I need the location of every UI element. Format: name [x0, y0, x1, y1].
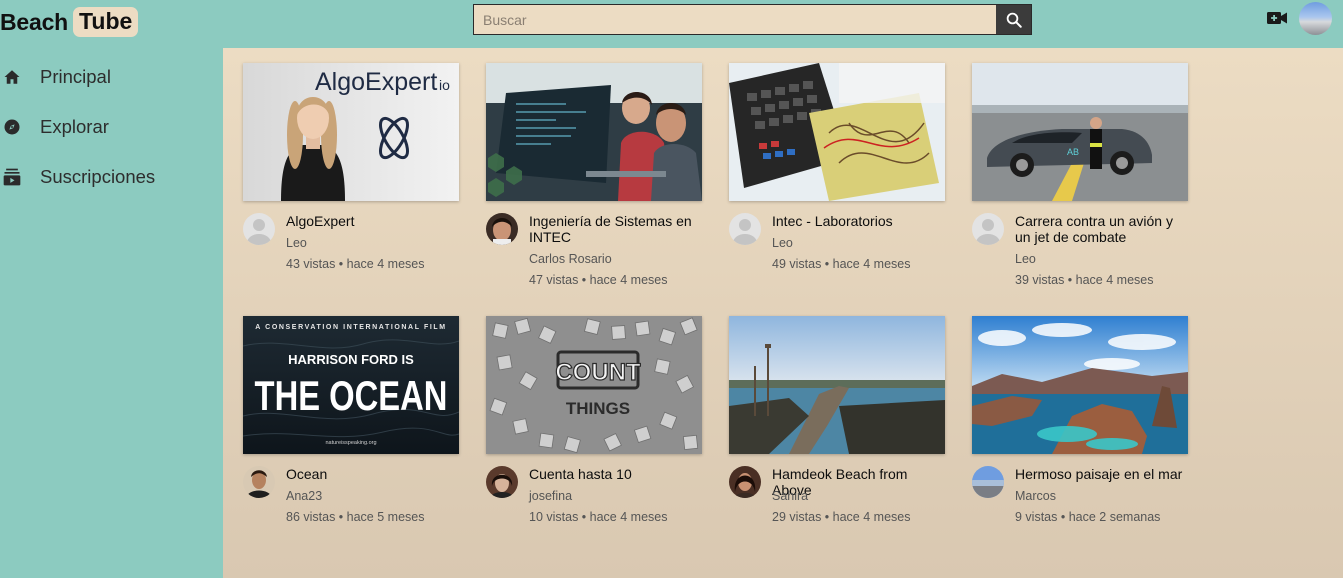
thumb-count-text: COUNT [555, 359, 641, 386]
video-thumbnail[interactable]: AB [972, 63, 1188, 201]
video-card[interactable]: Hermoso paisaje en el mar Marcos 9 vista… [972, 316, 1188, 554]
channel-avatar[interactable] [486, 466, 518, 498]
video-thumbnail[interactable] [486, 63, 702, 201]
video-channel[interactable]: Leo [286, 236, 307, 250]
subscriptions-icon [2, 167, 22, 187]
video-title[interactable]: AlgoExpert [286, 213, 461, 229]
thumb-brand-suffix: io [439, 77, 450, 93]
video-channel[interactable]: Carlos Rosario [529, 252, 612, 266]
thumb-film-url: natureisspeaking.org [325, 440, 376, 446]
video-stats: 86 vistas • hace 5 meses [286, 510, 425, 524]
video-card[interactable]: Hamdeok Beach from Above Sahira 29 vista… [729, 316, 945, 554]
video-thumbnail[interactable]: A CONSERVATION INTERNATIONAL FILM HARRIS… [243, 316, 459, 454]
channel-avatar[interactable] [729, 466, 761, 498]
sidebar-item-principal[interactable]: Principal [0, 57, 223, 97]
video-stats: 39 vistas • hace 4 meses [1015, 273, 1154, 287]
search-button[interactable] [996, 5, 1031, 34]
thumb-brand-text: AlgoExpert [315, 68, 437, 96]
video-title[interactable]: Ingeniería de Sistemas en INTEC [529, 213, 704, 245]
compass-icon [2, 117, 22, 137]
video-stats: 9 vistas • hace 2 semanas [1015, 510, 1161, 524]
video-channel[interactable]: Ana23 [286, 489, 322, 503]
video-title[interactable]: Ocean [286, 466, 461, 482]
video-camera-add-icon[interactable] [1266, 9, 1288, 27]
video-channel[interactable]: josefina [529, 489, 572, 503]
video-card[interactable]: AB Carrera contra un avión y un jet de c… [972, 63, 1188, 301]
video-stats: 49 vistas • hace 4 meses [772, 257, 911, 271]
channel-avatar[interactable] [486, 213, 518, 245]
thumb-film-title: THE OCEAN [255, 372, 448, 419]
video-stats: 43 vistas • hace 4 meses [286, 257, 425, 271]
thumb-film-credit: A CONSERVATION INTERNATIONAL FILM [255, 324, 447, 331]
sidebar: Principal Explorar Suscripciones [0, 48, 223, 578]
video-title[interactable]: Cuenta hasta 10 [529, 466, 704, 482]
channel-avatar[interactable] [729, 213, 761, 245]
video-card[interactable]: Ingeniería de Sistemas en INTEC Carlos R… [486, 63, 702, 301]
video-thumbnail[interactable]: COUNT THINGS [486, 316, 702, 454]
logo-tube-text: Tube [73, 7, 139, 37]
video-card[interactable]: Intec - Laboratorios Leo 49 vistas • hac… [729, 63, 945, 301]
beachtube-logo[interactable]: Beach Tube [0, 6, 139, 38]
sidebar-item-suscripciones[interactable]: Suscripciones [0, 157, 223, 197]
video-stats: 29 vistas • hace 4 meses [772, 510, 911, 524]
video-card[interactable]: AlgoExpert io AlgoExpert Leo 43 vistas • [243, 63, 459, 301]
channel-avatar[interactable] [972, 213, 1004, 245]
search-icon [1006, 12, 1022, 28]
video-channel[interactable]: Leo [1015, 252, 1036, 266]
channel-avatar[interactable] [243, 466, 275, 498]
home-icon [2, 67, 22, 87]
channel-avatar[interactable] [243, 213, 275, 245]
video-channel[interactable]: Marcos [1015, 489, 1056, 503]
sidebar-item-label: Principal [40, 66, 111, 87]
video-stats: 47 vistas • hace 4 meses [529, 273, 668, 287]
video-title[interactable]: Hermoso paisaje en el mar [1015, 466, 1190, 482]
channel-avatar[interactable] [972, 466, 1004, 498]
video-card[interactable]: COUNT THINGS Cuenta hasta 10 josefina 10… [486, 316, 702, 554]
user-avatar[interactable] [1299, 2, 1332, 35]
logo-beach-text: Beach [0, 8, 69, 35]
sidebar-item-label: Suscripciones [40, 166, 156, 187]
thumb-film-subtitle: HARRISON FORD IS [288, 352, 414, 367]
video-thumbnail[interactable] [729, 316, 945, 454]
search-input[interactable] [474, 5, 996, 34]
video-grid: AlgoExpert io AlgoExpert Leo 43 vistas • [223, 48, 1343, 578]
video-channel[interactable]: Sahira [772, 489, 808, 503]
sidebar-item-label: Explorar [40, 116, 109, 137]
sidebar-item-explorar[interactable]: Explorar [0, 107, 223, 147]
video-title[interactable]: Intec - Laboratorios [772, 213, 947, 229]
video-card[interactable]: A CONSERVATION INTERNATIONAL FILM HARRIS… [243, 316, 459, 554]
svg-text:AB: AB [1067, 147, 1079, 157]
video-channel[interactable]: Leo [772, 236, 793, 250]
video-stats: 10 vistas • hace 4 meses [529, 510, 668, 524]
video-thumbnail[interactable]: AlgoExpert io [243, 63, 459, 201]
top-header: Beach Tube [0, 0, 1343, 48]
search-bar [473, 4, 1032, 35]
thumb-things-text: THINGS [566, 399, 630, 418]
video-title[interactable]: Carrera contra un avión y un jet de comb… [1015, 213, 1190, 245]
video-thumbnail[interactable] [729, 63, 945, 201]
video-thumbnail[interactable] [972, 316, 1188, 454]
